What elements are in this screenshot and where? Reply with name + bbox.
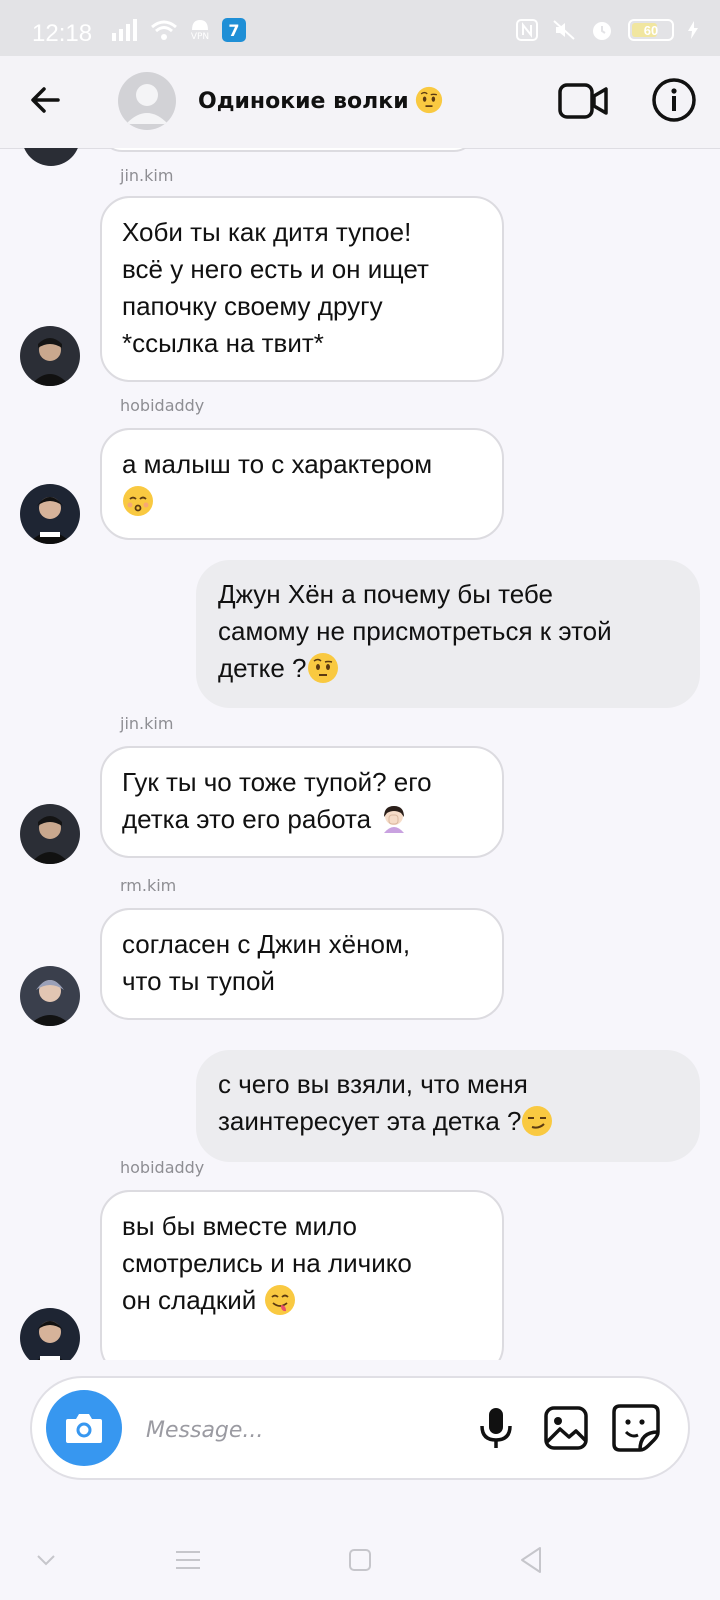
info-icon[interactable]: [650, 76, 698, 124]
battery-icon: 60: [628, 19, 674, 41]
outgoing-message-bubble[interactable]: с чего вы взяли, что меня заинтересует э…: [196, 1050, 700, 1162]
incoming-message-bubble[interactable]: вы бы вместе мило смотрелись и на личико…: [100, 1190, 504, 1360]
message-line: он сладкий: [122, 1285, 257, 1315]
incoming-message-bubble[interactable]: а малыш то с характером: [100, 428, 504, 540]
group-avatar[interactable]: [118, 72, 176, 130]
incoming-message-bubble[interactable]: согласен с Джин хёном, что ты тупой: [100, 908, 504, 1020]
app-notification-icon: 7: [222, 18, 246, 42]
message-line: Гук ты чо тоже тупой? его: [122, 767, 432, 797]
home-icon[interactable]: [340, 1540, 380, 1580]
sender-name: jin.kim: [120, 714, 174, 733]
sender-name: hobidaddy: [120, 396, 205, 415]
avatar[interactable]: [20, 484, 80, 544]
message-line: что ты тупой: [122, 966, 275, 996]
menu-icon[interactable]: [168, 1540, 208, 1580]
message-list[interactable]: jin.kim Хоби ты как дитя тупое! всё у не…: [0, 148, 720, 1360]
microphone-icon[interactable]: [472, 1404, 520, 1452]
message-line: а малыш то с характером: [122, 449, 433, 479]
signal-icon: [112, 19, 137, 41]
kissing-face-emoji: [123, 486, 153, 516]
message-line: *ссылка на твит*: [122, 328, 324, 358]
message-line: детка это его работа: [122, 804, 372, 834]
camera-button[interactable]: [46, 1390, 122, 1466]
message-input[interactable]: [144, 1412, 448, 1448]
message-line: с чего вы взяли, что меня: [218, 1069, 528, 1099]
sticker-icon[interactable]: [610, 1402, 662, 1454]
status-time: 12:18: [32, 20, 93, 47]
sender-name: jin.kim: [120, 166, 174, 185]
video-call-icon[interactable]: [558, 80, 610, 122]
message-line: самому не присмотреться к этой: [218, 616, 612, 646]
alarm-icon: [593, 22, 611, 40]
group-title[interactable]: Одинокие волки: [198, 86, 443, 114]
message-bubble[interactable]: [100, 148, 476, 152]
message-line: Хоби ты как дитя тупое!: [122, 217, 412, 247]
avatar[interactable]: [20, 326, 80, 386]
sender-name: hobidaddy: [120, 1158, 205, 1177]
message-line: заинтересует эта детка ?: [218, 1106, 522, 1136]
incoming-message-bubble[interactable]: Гук ты чо тоже тупой? его детка это его …: [100, 746, 504, 858]
woman-facepalming-emoji: [384, 806, 405, 833]
gallery-icon[interactable]: [542, 1404, 590, 1452]
face-with-raised-eyebrow-emoji: [415, 86, 442, 114]
incoming-message-bubble[interactable]: Хоби ты как дитя тупое! всё у него есть …: [100, 196, 504, 382]
message-line: папочку своему другу: [122, 291, 383, 321]
vpn-icon: VPN: [188, 18, 212, 42]
message-line: всё у него есть и он ищет: [122, 254, 429, 284]
face-savoring-food-emoji: [264, 1285, 295, 1315]
outgoing-message-bubble[interactable]: Джун Хён а почему бы тебе самому не прис…: [196, 560, 700, 708]
back-icon[interactable]: [512, 1540, 552, 1580]
default-avatar-icon: [126, 84, 168, 124]
sender-name: rm.kim: [120, 876, 177, 895]
back-arrow-icon[interactable]: [24, 78, 68, 122]
nfc-icon: [516, 19, 538, 41]
avatar[interactable]: [20, 966, 80, 1026]
message-composer: [30, 1376, 690, 1480]
face-with-raised-eyebrow-emoji: [307, 653, 338, 683]
avatar[interactable]: [20, 804, 80, 864]
message-line: вы бы вместе мило: [122, 1211, 358, 1241]
message-line: Джун Хён а почему бы тебе: [218, 579, 553, 609]
message-line: согласен с Джин хёном,: [122, 929, 411, 959]
avatar[interactable]: [22, 148, 80, 166]
wifi-icon: [151, 20, 177, 40]
message-line: детке ?: [218, 653, 307, 683]
chat-header: Одинокие волки: [0, 56, 720, 149]
charging-icon: [688, 21, 698, 39]
camera-icon: [66, 1414, 102, 1443]
chevron-down-icon[interactable]: [26, 1540, 66, 1580]
system-navigation-bar: [0, 1520, 720, 1600]
avatar[interactable]: [20, 1308, 80, 1360]
message-line: смотрелись и на личико: [122, 1248, 412, 1278]
mute-icon: [553, 20, 575, 40]
smirking-face-emoji: [522, 1106, 553, 1136]
